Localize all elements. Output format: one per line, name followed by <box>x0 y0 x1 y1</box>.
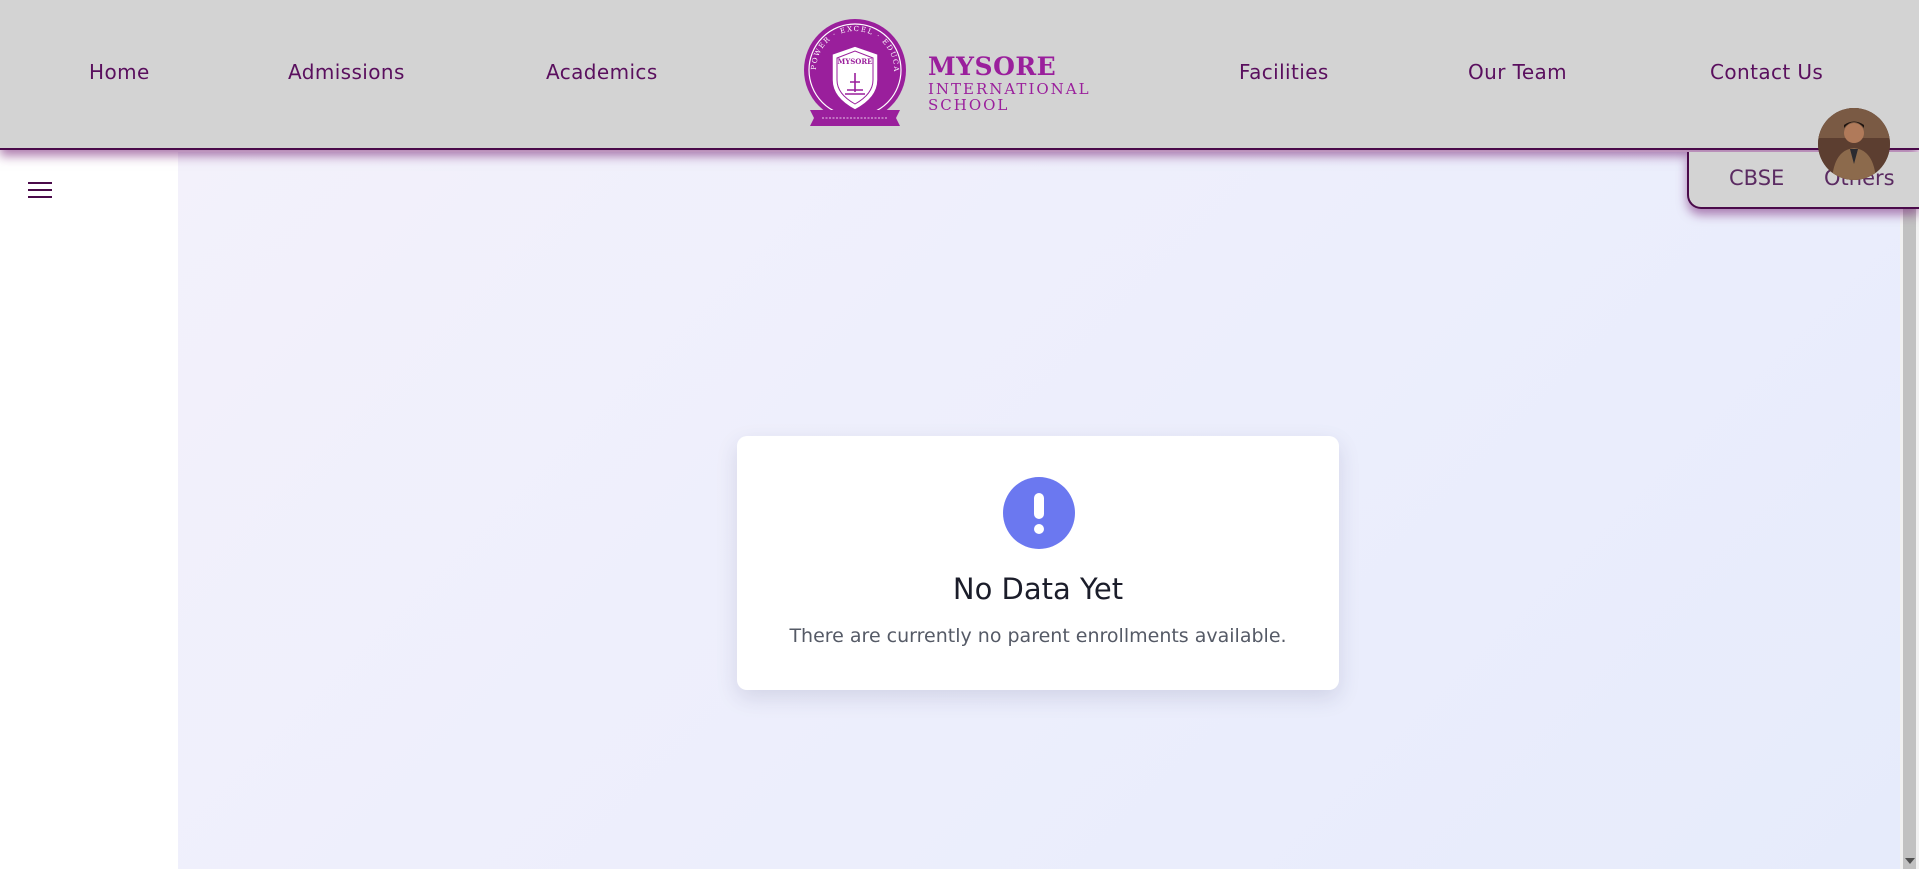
nav-admissions[interactable]: Admissions <box>288 60 405 84</box>
nav-facilities[interactable]: Facilities <box>1239 60 1329 84</box>
logo-text-school: SCHOOL <box>928 96 1010 114</box>
school-logo-emblem[interactable]: EMPOWER · EXCEL · EDUCATE MYSORE <box>802 18 908 128</box>
scrollbar-thumb[interactable] <box>1903 202 1916 869</box>
empty-state-message: There are currently no parent enrollment… <box>789 625 1287 647</box>
emblem-name: MYSORE <box>837 57 872 66</box>
hamburger-menu-icon[interactable] <box>28 182 52 200</box>
nav-home[interactable]: Home <box>89 60 150 84</box>
nav-contact-us[interactable]: Contact Us <box>1710 60 1823 84</box>
empty-state-card: No Data Yet There are currently no paren… <box>737 436 1339 690</box>
top-header: Home Admissions Academics EMPOWER · EXCE… <box>0 0 1919 150</box>
vertical-scrollbar[interactable] <box>1900 152 1919 869</box>
tab-cbse[interactable]: CBSE <box>1729 166 1784 190</box>
scroll-down-arrow-icon[interactable] <box>1900 852 1919 869</box>
avatar-image <box>1818 108 1890 180</box>
nav-our-team[interactable]: Our Team <box>1468 60 1567 84</box>
logo-text-mysore: MYSORE <box>928 52 1057 81</box>
empty-state-title: No Data Yet <box>952 572 1124 606</box>
sidebar <box>0 152 178 869</box>
user-avatar[interactable] <box>1818 108 1890 180</box>
exclamation-circle-icon <box>1003 477 1075 549</box>
nav-academics[interactable]: Academics <box>546 60 658 84</box>
